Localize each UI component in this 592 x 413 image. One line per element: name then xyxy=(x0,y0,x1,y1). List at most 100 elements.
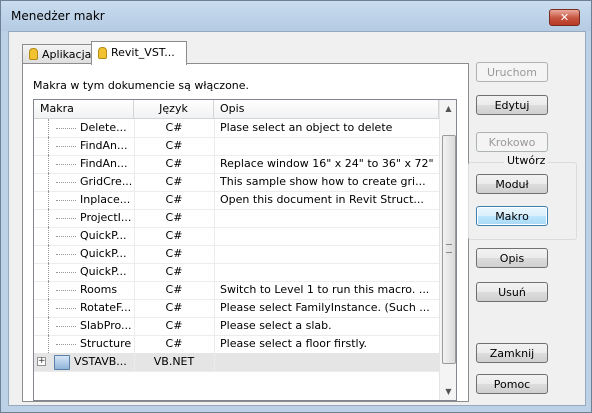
table-row[interactable]: Structure C# Please select a floor firstly… xyxy=(34,335,439,354)
table-row[interactable]: Rooms C# Switch to Level 1 to run this mac… xyxy=(34,281,439,300)
tab-application[interactable]: Aplikacja xyxy=(22,44,96,65)
table-row[interactable]: RotateF... C# Please select FamilyInstance… xyxy=(34,299,439,318)
tree-branch xyxy=(56,326,76,327)
tree-line xyxy=(48,191,50,209)
help-button[interactable]: Pomoc xyxy=(476,374,548,394)
table-row[interactable]: Delete... C# Plase select an object to del… xyxy=(34,119,439,138)
macro-status-text: Makra w tym dokumencie są włączone. xyxy=(33,79,250,92)
tree-branch xyxy=(56,254,76,255)
macro-name: RotateF... xyxy=(80,301,132,314)
edit-button[interactable]: Edytuj xyxy=(476,95,548,115)
tree-branch xyxy=(56,200,76,201)
macro-name: Inplace... xyxy=(80,193,131,206)
tree-line xyxy=(48,227,50,245)
macro-name-cell: QuickP... xyxy=(34,263,135,281)
macro-name: Rooms xyxy=(80,283,118,296)
module-button[interactable]: Moduł xyxy=(476,174,548,194)
module-name-cell: + VSTAVB... xyxy=(34,353,135,371)
tree-branch xyxy=(56,290,76,291)
scroll-thumb[interactable] xyxy=(442,135,456,364)
expand-icon[interactable]: + xyxy=(37,357,46,366)
tree-line xyxy=(48,335,50,353)
macro-description xyxy=(220,137,436,155)
macro-language: C# xyxy=(134,119,215,137)
close-icon: ✕ xyxy=(559,11,570,24)
table-row[interactable]: FindAn... C# Replace window 16" x 24" to 3… xyxy=(34,155,439,174)
module-row[interactable]: + VSTAVB... VB.NET xyxy=(34,353,439,372)
run-button[interactable]: Uruchom xyxy=(476,62,548,82)
macro-description: Please select FamilyInstance. (Such ... xyxy=(220,301,430,314)
macro-name-cell: Rooms xyxy=(34,281,135,299)
macro-description: Please select a floor firstly. xyxy=(220,337,368,350)
scroll-down-icon[interactable]: ▼ xyxy=(440,383,456,400)
table-row[interactable]: GridCre... C# This sample show how to crea… xyxy=(34,173,439,192)
macro-description: This sample show how to create gri... xyxy=(220,175,426,188)
macro-name: QuickP... xyxy=(80,247,127,260)
table-row[interactable]: ProjectI... C# xyxy=(34,209,439,228)
tab-document[interactable]: Revit_VST... xyxy=(91,41,187,65)
table-row[interactable]: QuickP... C# xyxy=(34,263,439,282)
macro-description xyxy=(220,209,436,227)
table-row[interactable]: QuickP... C# xyxy=(34,227,439,246)
macro-button[interactable]: Makro xyxy=(476,206,548,226)
tree-line xyxy=(48,245,50,263)
macro-description: Please select a slab. xyxy=(220,319,332,332)
macro-language: C# xyxy=(134,155,215,173)
macro-name-cell: SlabPro... xyxy=(34,317,135,335)
close-button[interactable]: Zamknij xyxy=(476,343,548,363)
table-row[interactable]: Inplace... C# Open this document in Revit … xyxy=(34,191,439,210)
macro-name: Delete... xyxy=(80,121,127,134)
window-title: Menedżer makr xyxy=(11,9,105,23)
macro-name: SlabPro... xyxy=(80,319,132,332)
macro-description: Replace window 16" x 24" to 36" x 72" xyxy=(220,157,434,170)
tab-label: Revit_VST... xyxy=(111,46,175,59)
macro-description: Open this document in Revit Struct... xyxy=(220,193,424,206)
tree-line xyxy=(48,263,50,281)
macro-name: FindAn... xyxy=(80,157,128,170)
vertical-scrollbar[interactable]: ▲ ▼ xyxy=(439,100,456,400)
close-window-button[interactable]: ✕ xyxy=(549,9,580,26)
macro-name: ProjectI... xyxy=(80,211,132,224)
tab-label: Aplikacja xyxy=(42,48,92,61)
macro-name-cell: Structure xyxy=(34,335,135,353)
tree-branch xyxy=(56,236,76,237)
macro-grid[interactable]: Makra Język Opis Delete... C# Plase select… xyxy=(33,99,457,401)
macro-name: GridCre... xyxy=(80,175,133,188)
step-button[interactable]: Krokowo xyxy=(476,132,548,152)
tree-branch xyxy=(56,146,76,147)
vb-module-icon xyxy=(54,355,70,370)
macro-manager-window: Menedżer makr ✕ Aplikacja Revit_VST... M… xyxy=(0,0,592,413)
tree-branch xyxy=(56,218,76,219)
column-header-language[interactable]: Język xyxy=(134,100,214,118)
table-row[interactable]: QuickP... C# xyxy=(34,245,439,264)
macro-language: C# xyxy=(134,317,215,335)
macro-language: C# xyxy=(134,191,215,209)
tree-branch xyxy=(56,308,76,309)
table-row[interactable]: FindAn... C# xyxy=(34,137,439,156)
delete-button[interactable]: Usuń xyxy=(476,282,548,302)
description-button[interactable]: Opis xyxy=(476,248,548,268)
table-row[interactable]: SlabPro... C# Please select a slab. xyxy=(34,317,439,336)
macro-name: QuickP... xyxy=(80,265,127,278)
macro-description: Switch to Level 1 to run this macro. ... xyxy=(220,283,430,296)
tree-branch xyxy=(56,128,76,129)
module-language: VB.NET xyxy=(134,353,215,371)
tree-line xyxy=(48,281,50,299)
column-header-macros[interactable]: Makra xyxy=(34,100,134,118)
tree-branch xyxy=(56,272,76,273)
tree-line xyxy=(48,173,50,191)
column-header-description[interactable]: Opis xyxy=(214,100,439,118)
grip-icon xyxy=(446,244,452,253)
macro-name-cell: Inplace... xyxy=(34,191,135,209)
scroll-up-icon[interactable]: ▲ xyxy=(440,100,456,117)
lightbulb-icon xyxy=(98,47,107,59)
macro-name: FindAn... xyxy=(80,139,128,152)
title-bar[interactable]: Menedżer makr ✕ xyxy=(1,1,591,31)
macro-name-cell: FindAn... xyxy=(34,155,135,173)
macro-name-cell: RotateF... xyxy=(34,299,135,317)
lightbulb-icon xyxy=(29,48,38,60)
tree-line xyxy=(48,119,50,137)
macro-language: C# xyxy=(134,209,215,227)
grid-header: Makra Język Opis xyxy=(34,100,439,119)
tab-panel: Makra w tym dokumencie są włączone. Makr… xyxy=(22,63,469,402)
